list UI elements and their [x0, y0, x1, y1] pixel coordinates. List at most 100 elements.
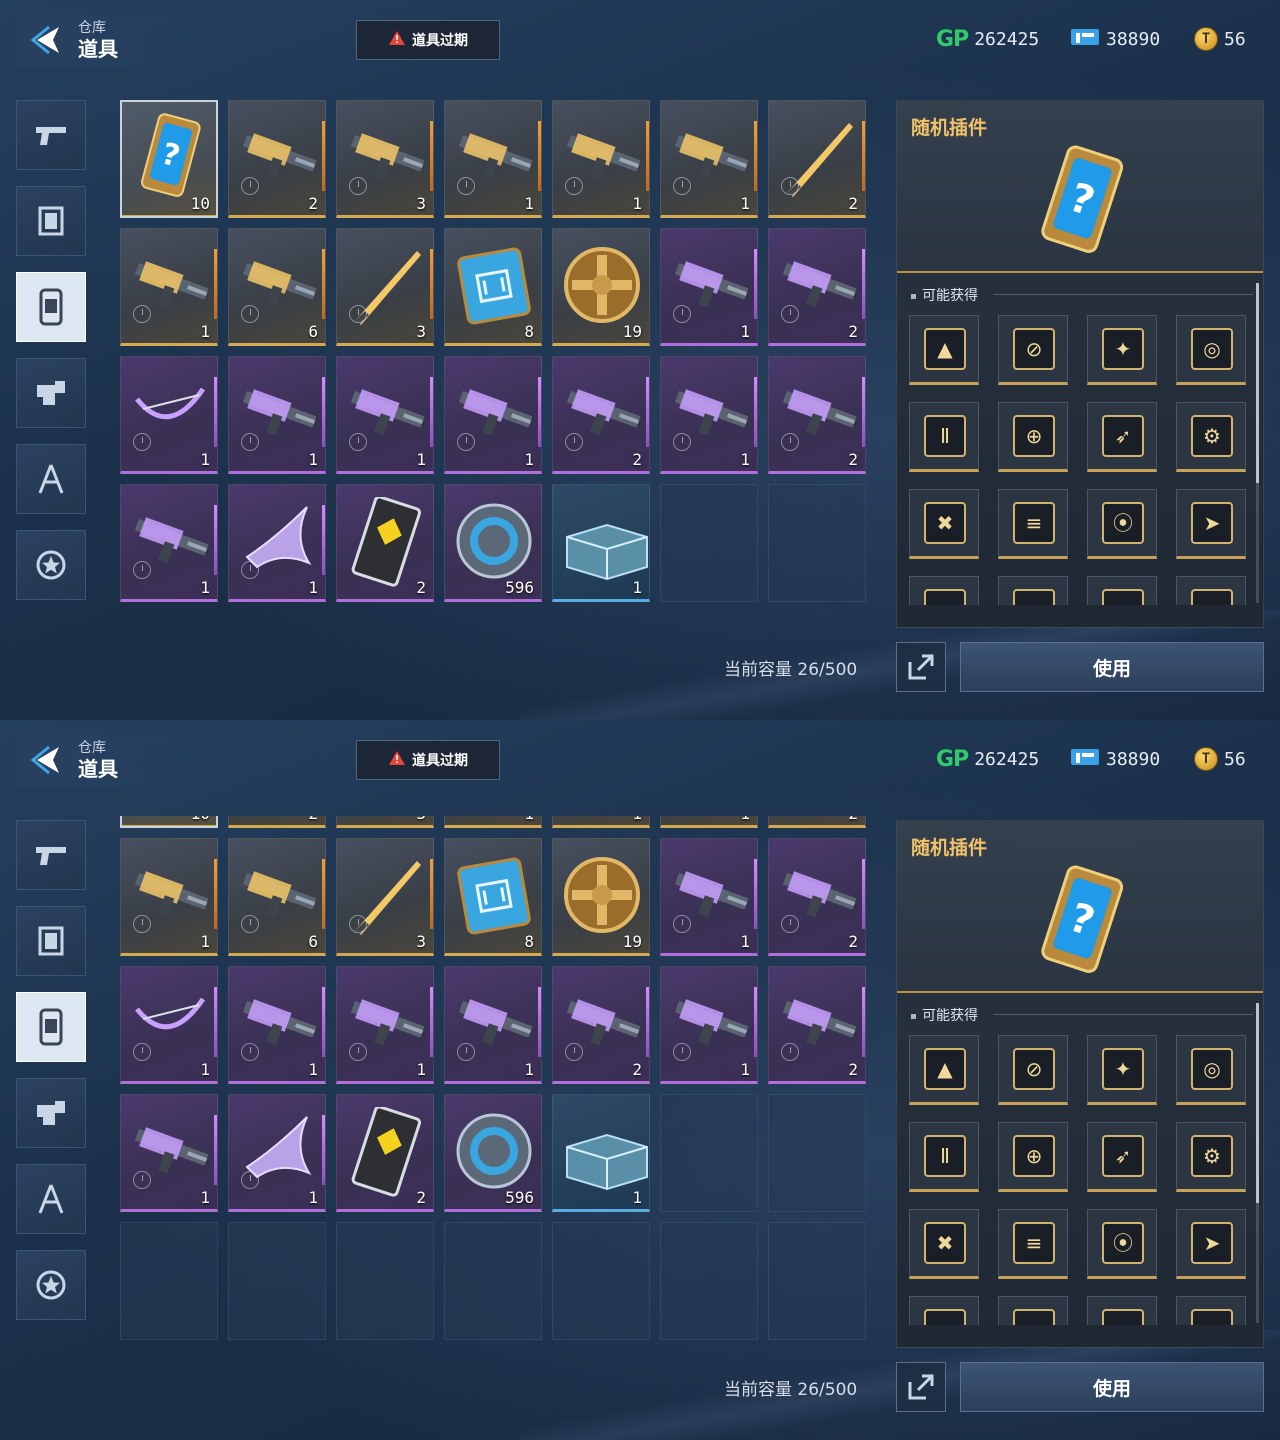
inventory-item[interactable]: 1 [120, 484, 218, 602]
reward-plugin-slot[interactable]: ⚙ [1176, 1122, 1246, 1192]
reward-plugin-slot[interactable]: ⊘ [998, 1035, 1068, 1105]
reward-plugin-slot[interactable]: ➤ [1176, 489, 1246, 559]
inventory-item[interactable]: 2 [768, 966, 866, 1084]
reward-plugin-slot[interactable]: ⊕ [998, 402, 1068, 472]
use-button[interactable]: 使用 [960, 642, 1264, 692]
side-tab-weapons[interactable] [16, 820, 86, 890]
inventory-item[interactable]: ?10 [120, 100, 218, 218]
use-button[interactable]: 使用 [960, 1362, 1264, 1412]
inventory-item[interactable]: 1 [228, 1094, 326, 1212]
reward-plugin-slot[interactable]: ✦ [1087, 315, 1157, 385]
reward-plugin-slot[interactable]: ◎ [1176, 1035, 1246, 1105]
inventory-item[interactable]: 1 [552, 100, 650, 218]
reward-plugin-slot[interactable]: ≡ [998, 489, 1068, 559]
inventory-item[interactable]: 1 [120, 356, 218, 474]
side-tab-badges[interactable] [16, 1250, 86, 1320]
reward-plugin-slot[interactable]: ➶ [1087, 402, 1157, 472]
reward-plugin-slot[interactable]: ▲ [909, 315, 979, 385]
reward-plugin-slot[interactable]: ✖ [909, 489, 979, 559]
inventory-item[interactable]: 2 [768, 356, 866, 474]
expired-items-button[interactable]: 道具过期 [356, 20, 500, 60]
inventory-item[interactable]: 1 [660, 838, 758, 956]
inventory-item[interactable]: 2 [552, 966, 650, 1084]
inventory-item[interactable]: 3 [336, 100, 434, 218]
inventory-item[interactable]: 2 [768, 816, 866, 828]
inventory-item[interactable]: 1 [120, 1094, 218, 1212]
reward-plugin-slot[interactable]: ✖ [909, 1209, 979, 1279]
reward-plugin-slot[interactable]: ◎ [1176, 315, 1246, 385]
inventory-item[interactable]: 3 [336, 228, 434, 346]
inventory-item[interactable]: 1 [444, 100, 542, 218]
reward-plugin-slot[interactable]: ≡ [998, 1209, 1068, 1279]
inventory-item[interactable]: 8 [444, 838, 542, 956]
inventory-item[interactable]: 2 [768, 100, 866, 218]
reward-plugin-slot[interactable]: · [1087, 1296, 1157, 1325]
reward-plugin-slot[interactable]: ⚙ [1176, 402, 1246, 472]
side-tab-items[interactable] [16, 272, 86, 342]
inventory-item[interactable]: 1 [336, 966, 434, 1084]
rewards-scroll-thumb[interactable] [1256, 283, 1259, 483]
reward-plugin-slot[interactable]: Ⅱ [909, 402, 979, 472]
inventory-item[interactable]: 1 [228, 356, 326, 474]
inventory-item[interactable]: 19 [552, 228, 650, 346]
reward-plugin-slot[interactable]: ⦿ [1087, 489, 1157, 559]
reward-plugin-slot[interactable]: ➶ [1087, 1122, 1157, 1192]
inventory-item[interactable]: 1 [120, 966, 218, 1084]
inventory-item[interactable]: 1 [552, 484, 650, 602]
back-button[interactable]: 仓库 道具 [16, 734, 236, 786]
side-tab-tools[interactable] [16, 444, 86, 514]
inventory-item[interactable]: ?10 [120, 816, 218, 828]
share-button[interactable] [896, 1362, 946, 1412]
side-tab-frames[interactable] [16, 186, 86, 256]
inventory-item[interactable]: 19 [552, 838, 650, 956]
inventory-item[interactable]: 1 [660, 100, 758, 218]
side-tab-badges[interactable] [16, 530, 86, 600]
side-tab-tools[interactable] [16, 1164, 86, 1234]
inventory-item[interactable]: 1 [660, 228, 758, 346]
inventory-item[interactable]: 2 [336, 1094, 434, 1212]
share-button[interactable] [896, 642, 946, 692]
back-button[interactable]: 仓库 道具 [16, 14, 236, 66]
inventory-item[interactable]: 3 [336, 816, 434, 828]
reward-plugin-slot[interactable]: · [1087, 576, 1157, 605]
reward-plugin-slot[interactable]: · [909, 576, 979, 605]
reward-plugin-slot[interactable]: ▲ [909, 1035, 979, 1105]
reward-plugin-slot[interactable]: ⊕ [998, 1122, 1068, 1192]
reward-plugin-slot[interactable]: ✦ [1087, 1035, 1157, 1105]
inventory-item[interactable]: 596 [444, 1094, 542, 1212]
inventory-item[interactable]: 1 [228, 484, 326, 602]
side-tab-frames[interactable] [16, 906, 86, 976]
reward-plugin-slot[interactable]: ⊘ [998, 315, 1068, 385]
inventory-item[interactable]: 1 [444, 966, 542, 1084]
expired-items-button[interactable]: 道具过期 [356, 740, 500, 780]
inventory-item[interactable]: 2 [768, 838, 866, 956]
inventory-item[interactable]: 3 [336, 838, 434, 956]
side-tab-items[interactable] [16, 992, 86, 1062]
side-tab-parts[interactable] [16, 358, 86, 428]
reward-plugin-slot[interactable]: · [998, 576, 1068, 605]
inventory-item[interactable]: 1 [660, 356, 758, 474]
inventory-item[interactable]: 1 [120, 228, 218, 346]
inventory-item[interactable]: 6 [228, 838, 326, 956]
reward-plugin-slot[interactable]: · [1176, 576, 1246, 605]
reward-plugin-slot[interactable]: ⦿ [1087, 1209, 1157, 1279]
reward-plugin-slot[interactable]: ➤ [1176, 1209, 1246, 1279]
reward-plugin-slot[interactable]: · [998, 1296, 1068, 1325]
inventory-item[interactable]: 2 [228, 816, 326, 828]
inventory-item[interactable]: 2 [228, 100, 326, 218]
inventory-item[interactable]: 1 [552, 1094, 650, 1212]
inventory-item[interactable]: 2 [336, 484, 434, 602]
inventory-item[interactable]: 1 [660, 816, 758, 828]
reward-plugin-slot[interactable]: · [909, 1296, 979, 1325]
inventory-item[interactable]: 6 [228, 228, 326, 346]
inventory-item[interactable]: 1 [336, 356, 434, 474]
inventory-item[interactable]: 1 [552, 816, 650, 828]
side-tab-weapons[interactable] [16, 100, 86, 170]
inventory-item[interactable]: 1 [228, 966, 326, 1084]
reward-plugin-slot[interactable]: · [1176, 1296, 1246, 1325]
inventory-item[interactable]: 1 [444, 816, 542, 828]
inventory-item[interactable]: 2 [768, 228, 866, 346]
rewards-scroll-thumb[interactable] [1256, 1003, 1259, 1203]
inventory-item[interactable]: 1 [660, 966, 758, 1084]
inventory-item[interactable]: 2 [552, 356, 650, 474]
